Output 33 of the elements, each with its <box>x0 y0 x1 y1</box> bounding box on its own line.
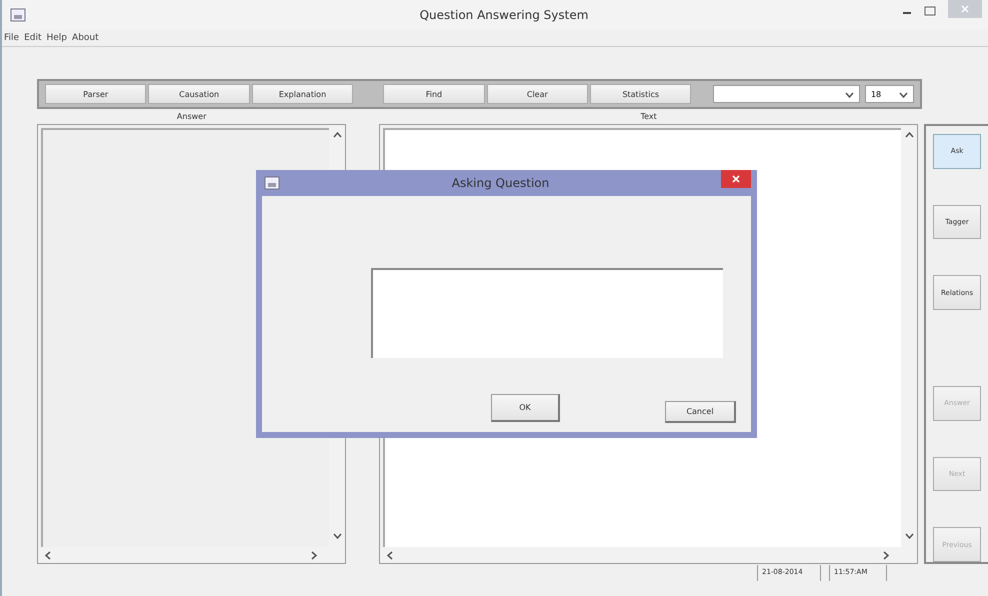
scroll-up-icon[interactable] <box>904 131 914 140</box>
toolbar-button[interactable]: Find <box>383 84 485 104</box>
pane-label: Answer <box>176 112 208 123</box>
dialog-title: Asking Question <box>450 176 550 190</box>
menu-item[interactable]: About <box>72 33 99 43</box>
scroll-up-icon[interactable] <box>332 131 342 140</box>
scroll-left-icon[interactable] <box>386 550 396 560</box>
scroll-right-icon[interactable] <box>310 550 320 560</box>
toolbar-button[interactable]: Causation <box>148 84 250 104</box>
scroll-left-icon[interactable] <box>44 550 53 560</box>
cancel-button[interactable]: Cancel <box>665 401 736 423</box>
menu-item[interactable]: Help <box>46 33 68 43</box>
scroll-down-icon[interactable] <box>332 532 342 541</box>
maximize-icon[interactable] <box>924 6 936 16</box>
toolbar-button[interactable]: Explanation <box>252 84 354 104</box>
toolbar-button[interactable]: Statistics <box>590 84 692 104</box>
scroll-down-icon[interactable] <box>904 532 914 541</box>
window-title: Question Answering System <box>418 8 590 22</box>
dropdown[interactable] <box>713 85 860 103</box>
pane-label: Text <box>640 112 658 123</box>
toolbar-button[interactable]: Clear <box>486 84 588 104</box>
scroll-right-icon[interactable] <box>882 550 892 560</box>
dropdown[interactable]: 18 <box>864 85 914 103</box>
close-icon[interactable] <box>721 170 751 188</box>
app-icon <box>10 8 26 22</box>
ok-button[interactable]: OK <box>491 394 560 422</box>
question-field[interactable] <box>371 268 723 358</box>
caret-icon <box>898 90 908 98</box>
toolbar-button[interactable]: Parser <box>45 84 146 104</box>
menu-item[interactable]: Edit <box>24 33 42 43</box>
caret-icon <box>844 90 854 98</box>
menu-item[interactable]: File <box>4 33 20 43</box>
app-icon <box>264 176 280 190</box>
